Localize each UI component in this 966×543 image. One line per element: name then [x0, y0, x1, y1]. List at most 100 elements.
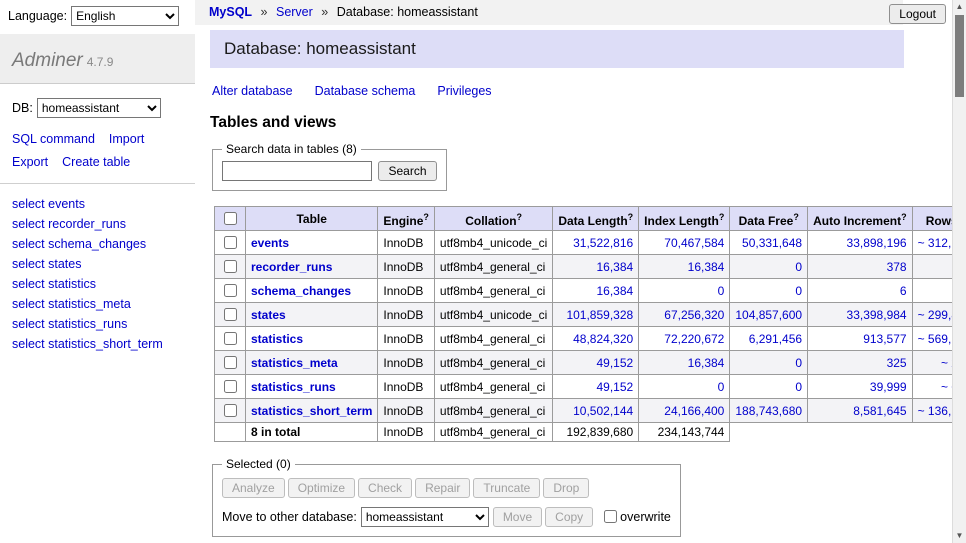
total-engine: InnoDB	[378, 423, 435, 442]
sidebar-divider	[0, 183, 195, 184]
sidebar-table-link[interactable]: select states	[12, 254, 183, 274]
index-length-link[interactable]: 70,467,584	[664, 236, 724, 250]
copy-button[interactable]: Copy	[545, 507, 593, 527]
rows-count-link[interactable]: ~ 299,833	[918, 308, 952, 322]
sidebar-table-link[interactable]: select statistics_runs	[12, 314, 183, 334]
search-input[interactable]	[222, 161, 372, 181]
move-button[interactable]: Move	[493, 507, 542, 527]
data-length-link[interactable]: 31,522,816	[573, 236, 633, 250]
row-checkbox[interactable]	[224, 260, 237, 273]
data-free-link[interactable]: 0	[795, 284, 802, 298]
row-checkbox[interactable]	[224, 356, 237, 369]
table-name-link[interactable]: events	[251, 236, 289, 250]
rows-count-link[interactable]: ~ 136,108	[918, 404, 952, 418]
sidebar-table-link[interactable]: select events	[12, 194, 183, 214]
auto-increment-link[interactable]: 913,577	[863, 332, 906, 346]
table-name-link[interactable]: statistics_meta	[251, 356, 338, 370]
selected-action-button[interactable]: Drop	[543, 478, 589, 498]
row-checkbox[interactable]	[224, 236, 237, 249]
data-length-link[interactable]: 16,384	[596, 260, 633, 274]
data-length-link[interactable]: 16,384	[596, 284, 633, 298]
row-checkbox[interactable]	[224, 308, 237, 321]
overwrite-checkbox[interactable]	[604, 510, 617, 523]
index-length-link[interactable]: 0	[718, 380, 725, 394]
data-free-link[interactable]: 104,857,600	[735, 308, 802, 322]
row-checkbox[interactable]	[224, 332, 237, 345]
selected-action-button[interactable]: Optimize	[288, 478, 355, 498]
index-length-link[interactable]: 72,220,672	[664, 332, 724, 346]
selected-action-button[interactable]: Analyze	[222, 478, 285, 498]
selected-action-button[interactable]: Truncate	[473, 478, 540, 498]
row-checkbox[interactable]	[224, 380, 237, 393]
database-nav-link[interactable]: Database schema	[315, 84, 416, 98]
index-length-link[interactable]: 67,256,320	[664, 308, 724, 322]
sidebar-table-link[interactable]: select schema_changes	[12, 234, 183, 254]
index-length-link[interactable]: 16,384	[688, 356, 725, 370]
breadcrumb-mysql-link[interactable]: MySQL	[209, 5, 252, 19]
logout-button[interactable]: Logout	[889, 4, 946, 24]
help-mark: ?	[719, 212, 725, 222]
vertical-scrollbar[interactable]: ▲ ▼	[952, 0, 966, 543]
auto-increment-link[interactable]: 378	[887, 260, 907, 274]
sidebar-table-link[interactable]: select statistics	[12, 274, 183, 294]
table-name-link[interactable]: recorder_runs	[251, 260, 332, 274]
data-free-link[interactable]: 6,291,456	[749, 332, 802, 346]
index-length-link[interactable]: 16,384	[688, 260, 725, 274]
cell-rows: ~ 628	[912, 375, 952, 399]
search-button[interactable]: Search	[378, 161, 436, 181]
data-length-link[interactable]: 49,152	[596, 380, 633, 394]
table-row: states InnoDB utf8mb4_unicode_ci 101,859…	[215, 303, 953, 327]
selected-action-button[interactable]: Repair	[415, 478, 470, 498]
select-all-checkbox[interactable]	[224, 212, 237, 225]
auto-increment-link[interactable]: 33,398,984	[847, 308, 907, 322]
auto-increment-link[interactable]: 6	[900, 284, 907, 298]
scrollbar-thumb[interactable]	[955, 15, 964, 97]
database-nav-link[interactable]: Alter database	[212, 84, 293, 98]
auto-increment-link[interactable]: 8,581,645	[853, 404, 906, 418]
move-database-select[interactable]: homeassistant	[361, 507, 489, 527]
selected-action-button[interactable]: Check	[358, 478, 412, 498]
rows-count-link[interactable]: ~ 312,180	[918, 236, 952, 250]
table-name-link[interactable]: statistics_runs	[251, 380, 336, 394]
row-checkbox[interactable]	[224, 404, 237, 417]
sidebar-table-link[interactable]: select statistics_meta	[12, 294, 183, 314]
scroll-down-arrow-icon[interactable]: ▼	[953, 529, 966, 543]
data-free-link[interactable]: 0	[795, 260, 802, 274]
data-free-link[interactable]: 0	[795, 380, 802, 394]
rows-count-link[interactable]: ~ 569,159	[918, 332, 952, 346]
row-checkbox[interactable]	[224, 284, 237, 297]
data-length-link[interactable]: 101,859,328	[566, 308, 633, 322]
data-length-link[interactable]: 48,824,320	[573, 332, 633, 346]
scroll-up-arrow-icon[interactable]: ▲	[953, 0, 966, 14]
database-nav-link[interactable]: Privileges	[437, 84, 491, 98]
data-free-link[interactable]: 0	[795, 356, 802, 370]
db-select[interactable]: homeassistant	[37, 98, 161, 118]
sidebar-table-link[interactable]: select statistics_short_term	[12, 334, 183, 354]
table-name-link[interactable]: schema_changes	[251, 284, 351, 298]
table-name-link[interactable]: statistics_short_term	[251, 404, 372, 418]
table-name-link[interactable]: statistics	[251, 332, 303, 346]
data-free-link[interactable]: 50,331,648	[742, 236, 802, 250]
export-link[interactable]: Export	[12, 155, 48, 169]
create-table-link-sidebar[interactable]: Create table	[62, 155, 130, 169]
breadcrumb-server-link[interactable]: Server	[276, 5, 313, 19]
rows-count-link[interactable]: ~ 628	[941, 380, 952, 394]
rows-count-link[interactable]: ~ 244	[941, 356, 952, 370]
index-length-link[interactable]: 24,166,400	[664, 404, 724, 418]
language-select[interactable]: English	[71, 6, 179, 26]
index-length-link[interactable]: 0	[718, 284, 725, 298]
sql-command-link[interactable]: SQL command	[12, 132, 95, 146]
total-label: 8 in total	[246, 423, 378, 442]
data-free-link[interactable]: 188,743,680	[735, 404, 802, 418]
cell-collation: utf8mb4_general_ci	[434, 351, 552, 375]
adminer-logo[interactable]: Adminer	[12, 50, 83, 71]
cell-auto-increment: 8,581,645	[808, 399, 913, 423]
sidebar-table-link[interactable]: select recorder_runs	[12, 214, 183, 234]
auto-increment-link[interactable]: 325	[887, 356, 907, 370]
import-link[interactable]: Import	[109, 132, 144, 146]
data-length-link[interactable]: 10,502,144	[573, 404, 633, 418]
table-name-link[interactable]: states	[251, 308, 286, 322]
data-length-link[interactable]: 49,152	[596, 356, 633, 370]
auto-increment-link[interactable]: 33,898,196	[847, 236, 907, 250]
auto-increment-link[interactable]: 39,999	[870, 380, 907, 394]
